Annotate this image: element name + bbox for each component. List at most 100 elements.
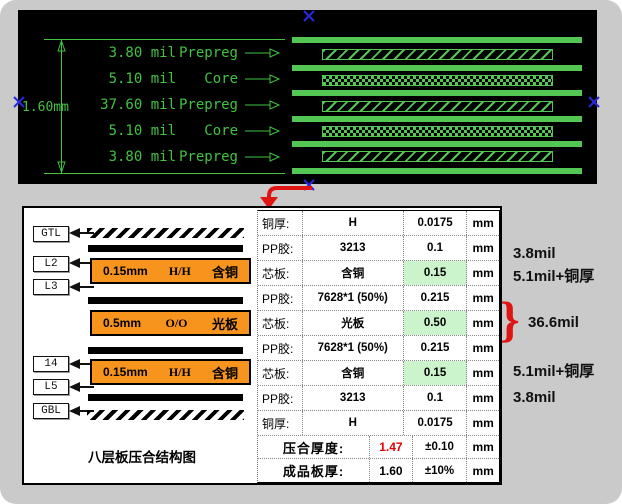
dimension-arrow-down-icon [57,161,66,173]
summary-value-cell: 1.47 [370,436,413,458]
core-foil-spec: O/O [166,316,188,331]
layer-pointer-arrow-icon [245,126,281,136]
core-type: 光板 [212,314,238,333]
unit-cell: mm [467,436,499,458]
layer-thickness: 5.10 mil [78,71,176,87]
summary-label-cell: 压合厚度: [258,436,370,458]
value-cell: 0.0175 [404,411,467,435]
material-cell: 3213 [303,386,404,410]
core-thickness: 0.5mm [103,316,141,330]
table-row: PP胶: 3213 0.1 mm [258,386,499,411]
layer-pointer-arrow-icon [245,48,281,58]
layer-label-box: L5 [33,379,69,395]
mil-annotation: 5.1mil+铜厚 [513,265,594,286]
unit-cell: mm [467,459,499,482]
dimension-line-bottom [44,173,285,174]
summary-row: 压合厚度: 1.47 ±0.10 mm [258,436,499,459]
value-cell: 0.1 [404,386,467,410]
value-cell-highlighted: 0.50 [404,311,467,335]
unit-cell: mm [467,411,499,435]
table-row: 芯板: 含铜 0.15 mm [258,261,499,286]
material-cell: H [303,411,404,435]
table-row: PP胶: 3213 0.1 mm [258,236,499,261]
layer-pointer-arrow-icon [245,74,281,84]
layer-pointer-arrow-icon [245,152,281,162]
unit-cell: mm [467,336,499,360]
core-block: 0.5mm O/O 光板 [90,310,251,336]
top-foil-hatch-bar [87,228,244,238]
mil-annotation: 3.8mil [513,389,556,406]
prepreg-black-bar [88,347,243,354]
material-cell: H [303,211,404,235]
layer-label-box: GTL [33,226,69,242]
selection-handle-icon [588,96,600,108]
mil-annotation: 5.1mil+铜厚 [513,360,594,381]
copper-layer-bar [292,141,582,147]
unit-cell: mm [467,286,499,310]
material-cell: 含铜 [303,361,404,385]
material-cell: 光板 [303,311,404,335]
row-label-cell: PP胶: [258,386,303,410]
core-block: 0.15mm H/H 含铜 [90,258,251,284]
summary-tolerance-cell: ±0.10 [413,436,468,458]
table-row: 铜厚: H 0.0175 mm [258,411,499,436]
core-layer-bar [322,126,553,137]
table-row: 芯板: 含铜 0.15 mm [258,361,499,386]
copper-layer-bar [292,37,582,43]
material-cell: 7628*1 (50%) [303,336,404,360]
layer-thickness: 5.10 mil [78,123,176,139]
copper-layer-bar [292,168,582,174]
copper-layer-bar [292,65,582,71]
core-type: 含铜 [212,363,238,382]
layer-thickness: 37.60 mil [78,97,176,113]
layer-callout: 37.60 mil Prepreg [78,92,282,118]
value-cell: 0.215 [404,336,467,360]
prepreg-black-bar [88,297,243,304]
layer-material: Prepreg [176,149,238,165]
core-block: 0.15mm H/H 含铜 [90,359,251,385]
unit-cell: mm [467,261,499,285]
unit-cell: mm [467,361,499,385]
layer-material: Core [176,71,238,87]
prepreg-layer-bar [322,49,553,60]
layer-material: Prepreg [176,97,238,113]
layer-label-box: L2 [33,256,69,272]
layer-label-box: GBL [33,403,69,419]
value-cell: 0.0175 [404,211,467,235]
mil-annotation: 3.8mil [513,245,556,262]
cad-stackup-panel: 1.60mm 3.80 mil Prepreg 5.10 mil Core 37… [18,10,597,184]
red-brace-icon: } [500,294,520,344]
row-label-cell: 芯板: [258,261,303,285]
core-thickness: 0.15mm [103,365,148,379]
prepreg-layer-bar [322,101,553,112]
core-foil-spec: H/H [169,264,191,279]
table-row: PP胶: 7628*1 (50%) 0.215 mm [258,336,499,361]
mil-annotation: 36.6mil [528,314,579,331]
value-cell-highlighted: 0.15 [404,361,467,385]
unit-cell: mm [467,311,499,335]
summary-tolerance-cell: ±10% [413,459,468,482]
prepreg-layer-bar [322,151,553,162]
prepreg-black-bar [88,245,243,252]
material-cell: 7628*1 (50%) [303,286,404,310]
layer-label-box: 14 [33,356,69,372]
unit-cell: mm [467,211,499,235]
layer-thickness: 3.80 mil [78,45,176,61]
layer-callout: 3.80 mil Prepreg [78,40,282,66]
row-label-cell: 铜厚: [258,211,303,235]
stackup-spec-table: 铜厚: H 0.0175 mm PP胶: 3213 0.1 mm 芯板: 含铜 … [257,210,500,483]
core-type: 含铜 [212,262,238,281]
core-thickness: 0.15mm [103,264,148,278]
value-cell: 0.1 [404,236,467,260]
layer-material: Prepreg [176,45,238,61]
layer-callout: 5.10 mil Core [78,66,282,92]
summary-label-cell: 成品板厚: [258,459,370,482]
layer-label-box: L3 [33,279,69,295]
table-row: PP胶: 7628*1 (50%) 0.215 mm [258,286,499,311]
table-row: 铜厚: H 0.0175 mm [258,211,499,236]
bottom-foil-hatch-bar [87,410,244,420]
stackup-diagram-panel: GTL L2 L3 14 L5 GBL 0.15mm H/H 含铜 0.5mm … [22,206,502,485]
core-foil-spec: H/H [169,365,191,380]
summary-row: 成品板厚: 1.60 ±10% mm [258,459,499,482]
layer-callout-list: 3.80 mil Prepreg 5.10 mil Core 37.60 mil… [78,40,282,170]
